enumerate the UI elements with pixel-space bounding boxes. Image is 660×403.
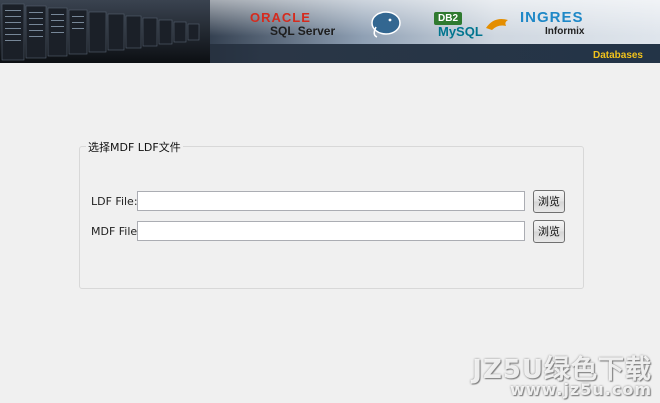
ldf-file-label: LDF File: xyxy=(91,195,138,208)
informix-logo: Informix xyxy=(545,26,585,37)
sqlserver-logo: SQL Server xyxy=(270,24,336,38)
oracle-logo: ORACLE xyxy=(250,10,311,25)
dolphin-icon xyxy=(486,19,508,30)
watermark: JZ5U绿色下载 www.jz5u.com xyxy=(472,349,652,399)
watermark-url: www.jz5u.com xyxy=(510,380,652,399)
group-title: 选择MDF LDF文件 xyxy=(86,139,183,155)
banner-tag: Databases xyxy=(592,50,643,61)
server-rack-image xyxy=(0,0,210,63)
file-select-group xyxy=(79,146,584,289)
ldf-browse-button[interactable]: 浏览 xyxy=(533,190,565,213)
mdf-browse-button[interactable]: 浏览 xyxy=(533,220,565,243)
mysql-logo: MySQL xyxy=(438,24,483,39)
ingres-logo: INGRES xyxy=(520,9,584,26)
elephant-icon xyxy=(371,11,401,38)
header-banner: ORACLE SQL Server DB2 MySQL INGRES Infor… xyxy=(0,0,660,63)
mdf-file-input[interactable] xyxy=(137,221,525,241)
ldf-file-input[interactable] xyxy=(137,191,525,211)
mdf-file-label: MDF File: xyxy=(91,225,141,238)
